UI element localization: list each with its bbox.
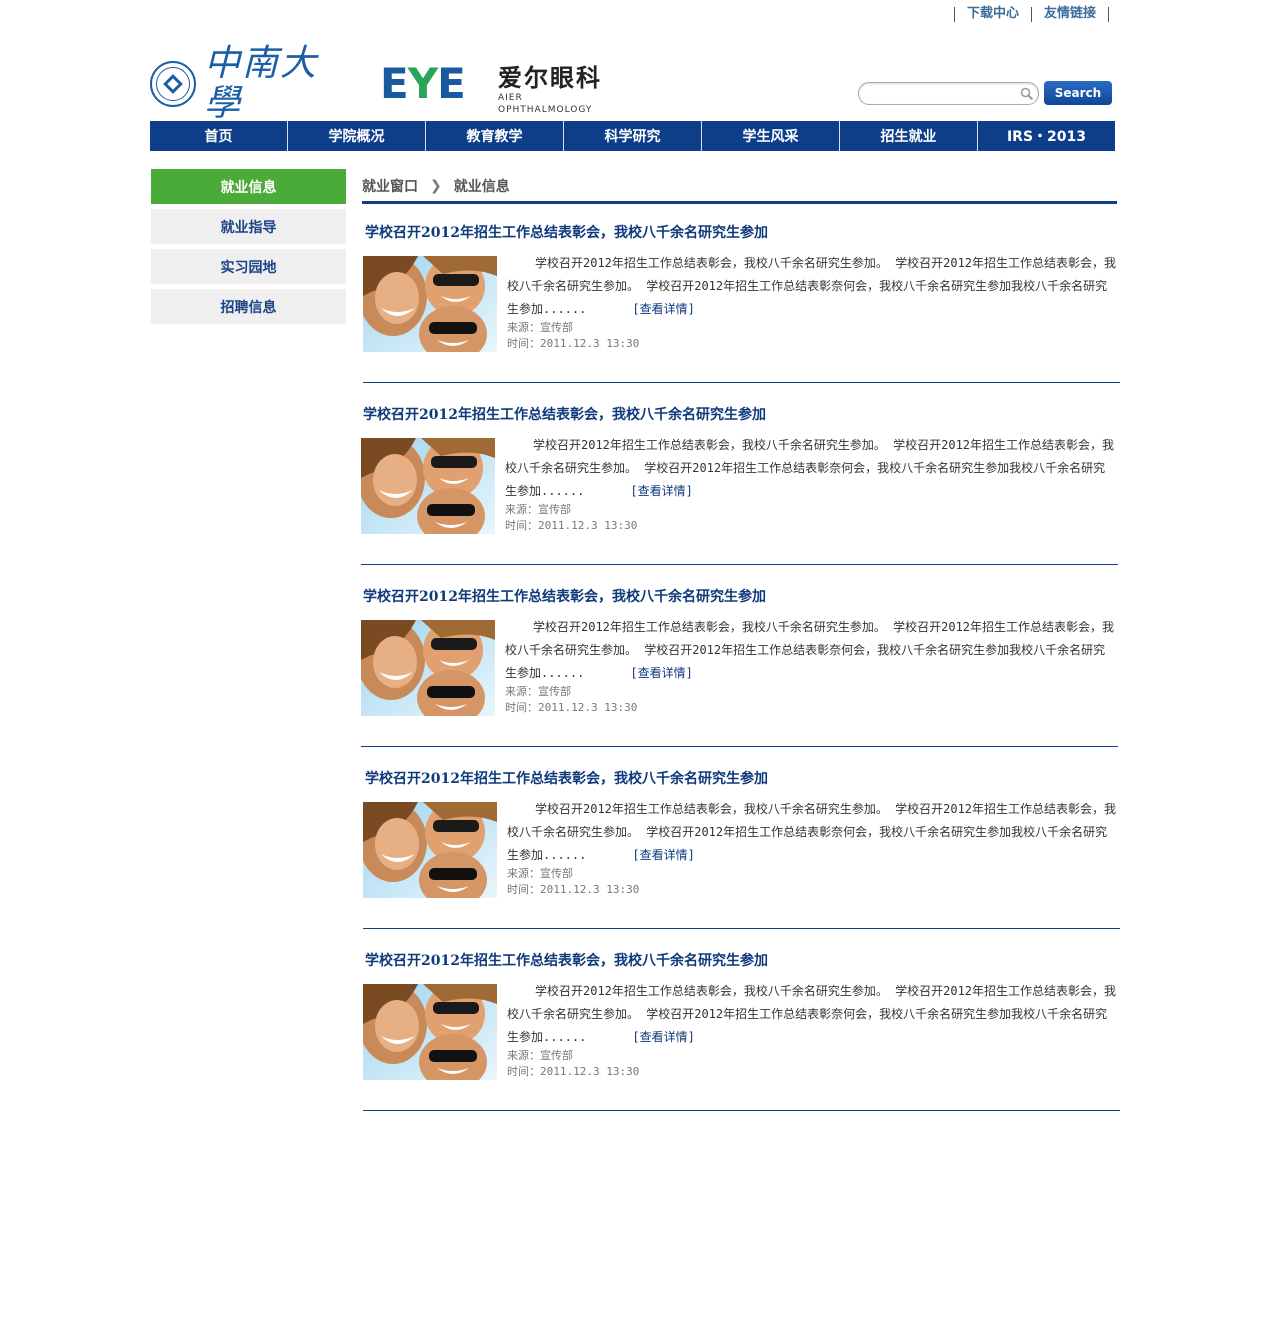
search-icon[interactable] [1020, 87, 1034, 101]
nav-item-education[interactable]: 教育教学 [426, 121, 564, 151]
divider [363, 382, 1120, 383]
university-seal-icon [150, 61, 196, 107]
nav-item-admission[interactable]: 招生就业 [840, 121, 978, 151]
article-time: 时间：2011.12.3 13:30 [507, 883, 640, 896]
article-time: 时间：2011.12.3 13:30 [505, 519, 638, 532]
article-thumbnail[interactable] [363, 984, 497, 1080]
divider [363, 928, 1120, 929]
divider [363, 1110, 1120, 1111]
nav-item-home[interactable]: 首页 [150, 121, 288, 151]
article-summary-text: 学校召开2012年招生工作总结表彰会，我校八千余名研究生参加。 学校召开2012… [505, 620, 1115, 680]
sidebar-item-employment-info[interactable]: 就业信息 [151, 169, 346, 204]
article-thumbnail[interactable] [363, 802, 497, 898]
article-summary: 学校召开2012年招生工作总结表彰会，我校八千余名研究生参加。 学校召开2012… [505, 616, 1115, 685]
sidebar-item-internship[interactable]: 实习园地 [151, 249, 346, 284]
article-summary-text: 学校召开2012年招生工作总结表彰会，我校八千余名研究生参加。 学校召开2012… [505, 438, 1115, 498]
search-input[interactable] [869, 85, 1014, 102]
article-summary: 学校召开2012年招生工作总结表彰会，我校八千余名研究生参加。 学校召开2012… [507, 252, 1117, 321]
friend-links-link[interactable]: 友情链接 [1032, 6, 1108, 22]
sidebar-item-employment-guide[interactable]: 就业指导 [151, 209, 346, 244]
article-title[interactable]: 学校召开2012年招生工作总结表彰会，我校八千余名研究生参加 [365, 768, 768, 788]
article-thumbnail[interactable] [361, 620, 495, 716]
article-source: 来源：宣传部 [505, 685, 571, 698]
article-summary-text: 学校召开2012年招生工作总结表彰会，我校八千余名研究生参加。 学校召开2012… [507, 802, 1117, 862]
article-title[interactable]: 学校召开2012年招生工作总结表彰会，我校八千余名研究生参加 [365, 950, 768, 970]
article-time: 时间：2011.12.3 13:30 [507, 1065, 640, 1078]
divider [362, 201, 1117, 204]
article-summary: 学校召开2012年招生工作总结表彰会，我校八千余名研究生参加。 学校召开2012… [507, 798, 1117, 867]
divider [1108, 6, 1110, 22]
search-button[interactable]: Search [1044, 81, 1112, 105]
view-details-link[interactable]: [查看详情] [632, 302, 694, 316]
article-time: 时间：2011.12.3 13:30 [505, 701, 638, 714]
view-details-link[interactable]: [查看详情] [630, 666, 692, 680]
nav-item-research[interactable]: 科学研究 [564, 121, 702, 151]
csu-logo[interactable]: 中南大學 [150, 44, 355, 124]
list-item: 学校召开2012年招生工作总结表彰会，我校八千余名研究生参加 学校召开2012年… [363, 950, 1123, 1132]
main-nav: 首页 学院概况 教育教学 科学研究 学生风采 招生就业 IRS・2013 [150, 121, 1115, 151]
search-box [858, 82, 1039, 105]
list-item: 学校召开2012年招生工作总结表彰会，我校八千余名研究生参加 学校召开2012年… [363, 768, 1123, 950]
article-thumbnail[interactable] [363, 256, 497, 352]
divider [361, 564, 1118, 565]
article-thumbnail[interactable] [361, 438, 495, 534]
aier-eye-logo[interactable]: EYE 爱尔眼科 AIER OPHTHALMOLOGY [380, 59, 620, 116]
list-item: 学校召开2012年招生工作总结表彰会，我校八千余名研究生参加 学校召开2012年… [361, 586, 1121, 768]
article-source: 来源：宣传部 [507, 321, 573, 334]
nav-item-students[interactable]: 学生风采 [702, 121, 840, 151]
top-links: 下载中心 友情链接 [954, 6, 1110, 22]
view-details-link[interactable]: [查看详情] [632, 848, 694, 862]
article-source: 来源：宣传部 [505, 503, 571, 516]
list-item: 学校召开2012年招生工作总结表彰会，我校八千余名研究生参加 学校召开2012年… [361, 404, 1121, 586]
article-time: 时间：2011.12.3 13:30 [507, 337, 640, 350]
eye-logo-chinese: 爱尔眼科 [498, 64, 602, 92]
download-center-link[interactable]: 下载中心 [955, 6, 1031, 22]
article-summary: 学校召开2012年招生工作总结表彰会，我校八千余名研究生参加。 学校召开2012… [505, 434, 1115, 503]
list-item: 学校召开2012年招生工作总结表彰会，我校八千余名研究生参加 学校召开2012年… [363, 222, 1123, 404]
breadcrumb: 就业窗口 ❯ 就业信息 [362, 175, 510, 197]
article-summary: 学校召开2012年招生工作总结表彰会，我校八千余名研究生参加。 学校召开2012… [507, 980, 1117, 1049]
eye-logo-mark: EYE [380, 59, 466, 108]
article-title[interactable]: 学校召开2012年招生工作总结表彰会，我校八千余名研究生参加 [363, 404, 766, 424]
article-title[interactable]: 学校召开2012年招生工作总结表彰会，我校八千余名研究生参加 [365, 222, 768, 242]
article-summary-text: 学校召开2012年招生工作总结表彰会，我校八千余名研究生参加。 学校召开2012… [507, 984, 1117, 1044]
nav-item-irs[interactable]: IRS・2013 [978, 121, 1115, 151]
eye-logo-english: AIER OPHTHALMOLOGY [498, 93, 593, 115]
article-summary-text: 学校召开2012年招生工作总结表彰会，我校八千余名研究生参加。 学校召开2012… [507, 256, 1117, 316]
nav-item-about[interactable]: 学院概况 [288, 121, 426, 151]
breadcrumb-current: 就业信息 [453, 179, 510, 195]
article-source: 来源：宣传部 [507, 1049, 573, 1062]
article-source: 来源：宣传部 [507, 867, 573, 880]
chevron-right-icon: ❯ [430, 178, 442, 194]
university-name: 中南大學 [204, 43, 319, 124]
article-title[interactable]: 学校召开2012年招生工作总结表彰会，我校八千余名研究生参加 [363, 586, 766, 606]
divider [361, 746, 1118, 747]
sidebar: 就业信息 就业指导 实习园地 招聘信息 [150, 169, 347, 329]
view-details-link[interactable]: [查看详情] [632, 1030, 694, 1044]
sidebar-item-recruitment[interactable]: 招聘信息 [151, 289, 346, 324]
view-details-link[interactable]: [查看详情] [630, 484, 692, 498]
breadcrumb-parent[interactable]: 就业窗口 [362, 176, 418, 196]
